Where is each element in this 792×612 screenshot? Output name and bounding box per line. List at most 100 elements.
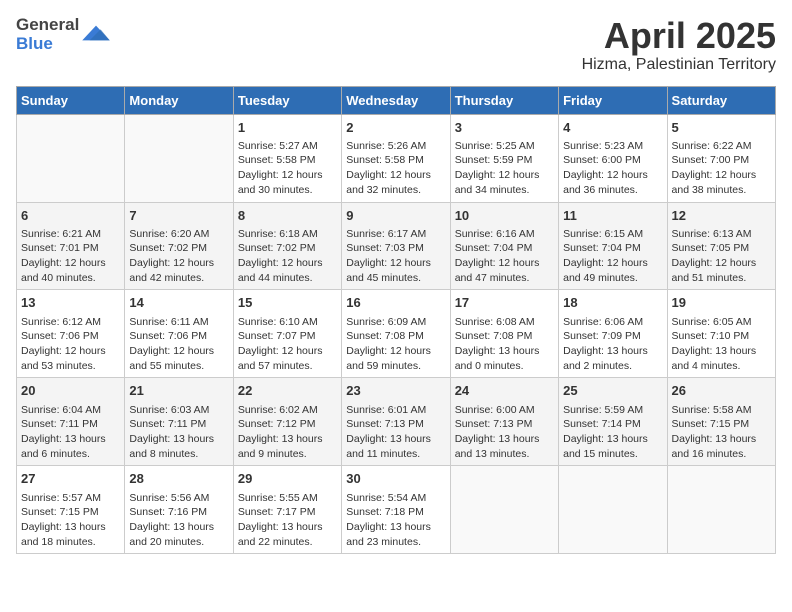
sunrise-text: Sunrise: 6:18 AM: [238, 227, 337, 242]
sunset-text: Sunset: 7:04 PM: [455, 241, 554, 256]
day-number: 13: [21, 294, 120, 312]
sunrise-text: Sunrise: 6:00 AM: [455, 403, 554, 418]
daylight-text: Daylight: 12 hours and 40 minutes.: [21, 256, 120, 285]
day-number: 18: [563, 294, 662, 312]
daylight-text: Daylight: 12 hours and 34 minutes.: [455, 168, 554, 197]
day-number: 19: [672, 294, 771, 312]
calendar-cell: 11Sunrise: 6:15 AMSunset: 7:04 PMDayligh…: [559, 202, 667, 290]
day-number: 7: [129, 207, 228, 225]
daylight-text: Daylight: 13 hours and 20 minutes.: [129, 520, 228, 549]
header: General Blue April 2025 Hizma, Palestini…: [16, 16, 776, 74]
calendar-cell: 2Sunrise: 5:26 AMSunset: 5:58 PMDaylight…: [342, 114, 450, 202]
sunset-text: Sunset: 7:12 PM: [238, 417, 337, 432]
day-number: 4: [563, 119, 662, 137]
sunset-text: Sunset: 5:58 PM: [238, 153, 337, 168]
calendar-table: SundayMondayTuesdayWednesdayThursdayFrid…: [16, 86, 776, 555]
sunset-text: Sunset: 7:07 PM: [238, 329, 337, 344]
daylight-text: Daylight: 13 hours and 4 minutes.: [672, 344, 771, 373]
day-number: 3: [455, 119, 554, 137]
calendar-cell: 3Sunrise: 5:25 AMSunset: 5:59 PMDaylight…: [450, 114, 558, 202]
calendar-cell: 14Sunrise: 6:11 AMSunset: 7:06 PMDayligh…: [125, 290, 233, 378]
sunrise-text: Sunrise: 6:15 AM: [563, 227, 662, 242]
sunrise-text: Sunrise: 5:23 AM: [563, 139, 662, 154]
calendar-header: SundayMondayTuesdayWednesdayThursdayFrid…: [17, 86, 776, 114]
day-number: 14: [129, 294, 228, 312]
sunset-text: Sunset: 7:13 PM: [455, 417, 554, 432]
sunrise-text: Sunrise: 6:16 AM: [455, 227, 554, 242]
title-area: April 2025 Hizma, Palestinian Territory: [582, 16, 776, 74]
week-row-3: 20Sunrise: 6:04 AMSunset: 7:11 PMDayligh…: [17, 378, 776, 466]
sunrise-text: Sunrise: 6:17 AM: [346, 227, 445, 242]
day-header-sunday: Sunday: [17, 86, 125, 114]
sunrise-text: Sunrise: 6:21 AM: [21, 227, 120, 242]
day-header-row: SundayMondayTuesdayWednesdayThursdayFrid…: [17, 86, 776, 114]
day-header-friday: Friday: [559, 86, 667, 114]
sunset-text: Sunset: 7:08 PM: [455, 329, 554, 344]
daylight-text: Daylight: 13 hours and 2 minutes.: [563, 344, 662, 373]
logo-icon: [82, 22, 110, 44]
daylight-text: Daylight: 12 hours and 42 minutes.: [129, 256, 228, 285]
sunrise-text: Sunrise: 6:02 AM: [238, 403, 337, 418]
week-row-1: 6Sunrise: 6:21 AMSunset: 7:01 PMDaylight…: [17, 202, 776, 290]
day-number: 5: [672, 119, 771, 137]
day-number: 6: [21, 207, 120, 225]
sunset-text: Sunset: 7:11 PM: [21, 417, 120, 432]
daylight-text: Daylight: 13 hours and 8 minutes.: [129, 432, 228, 461]
sunset-text: Sunset: 7:15 PM: [672, 417, 771, 432]
sunrise-text: Sunrise: 6:04 AM: [21, 403, 120, 418]
sunset-text: Sunset: 7:02 PM: [129, 241, 228, 256]
calendar-cell: 7 Sunrise: 6:20 AMSunset: 7:02 PMDaylight…: [125, 202, 233, 290]
sunset-text: Sunset: 7:09 PM: [563, 329, 662, 344]
sunrise-text: Sunrise: 6:03 AM: [129, 403, 228, 418]
sunset-text: Sunset: 7:04 PM: [563, 241, 662, 256]
week-row-4: 27Sunrise: 5:57 AMSunset: 7:15 PMDayligh…: [17, 466, 776, 554]
week-row-2: 13Sunrise: 6:12 AMSunset: 7:06 PMDayligh…: [17, 290, 776, 378]
sunset-text: Sunset: 7:08 PM: [346, 329, 445, 344]
calendar-subtitle: Hizma, Palestinian Territory: [582, 56, 776, 74]
calendar-cell: 12Sunrise: 6:13 AMSunset: 7:05 PMDayligh…: [667, 202, 775, 290]
sunset-text: Sunset: 7:03 PM: [346, 241, 445, 256]
calendar-cell: 16Sunrise: 6:09 AMSunset: 7:08 PMDayligh…: [342, 290, 450, 378]
sunrise-text: Sunrise: 5:27 AM: [238, 139, 337, 154]
sunset-text: Sunset: 7:06 PM: [21, 329, 120, 344]
calendar-body: 1Sunrise: 5:27 AMSunset: 5:58 PMDaylight…: [17, 114, 776, 554]
sunrise-text: Sunrise: 6:06 AM: [563, 315, 662, 330]
day-number: 1: [238, 119, 337, 137]
day-number: 10: [455, 207, 554, 225]
calendar-cell: 15Sunrise: 6:10 AMSunset: 7:07 PMDayligh…: [233, 290, 341, 378]
sunset-text: Sunset: 7:17 PM: [238, 505, 337, 520]
calendar-cell: 18 Sunrise: 6:06 AMSunset: 7:09 PMDayligh…: [559, 290, 667, 378]
daylight-text: Daylight: 12 hours and 53 minutes.: [21, 344, 120, 373]
daylight-text: Daylight: 12 hours and 44 minutes.: [238, 256, 337, 285]
daylight-text: Daylight: 12 hours and 51 minutes.: [672, 256, 771, 285]
calendar-cell: [559, 466, 667, 554]
daylight-text: Daylight: 12 hours and 38 minutes.: [672, 168, 771, 197]
sunset-text: Sunset: 7:14 PM: [563, 417, 662, 432]
day-header-wednesday: Wednesday: [342, 86, 450, 114]
daylight-text: Daylight: 13 hours and 11 minutes.: [346, 432, 445, 461]
sunset-text: Sunset: 7:18 PM: [346, 505, 445, 520]
calendar-cell: 21Sunrise: 6:03 AMSunset: 7:11 PMDayligh…: [125, 378, 233, 466]
calendar-cell: 28Sunrise: 5:56 AMSunset: 7:16 PMDayligh…: [125, 466, 233, 554]
sunset-text: Sunset: 6:00 PM: [563, 153, 662, 168]
sunrise-text: Sunrise: 6:08 AM: [455, 315, 554, 330]
calendar-cell: 30Sunrise: 5:54 AMSunset: 7:18 PMDayligh…: [342, 466, 450, 554]
sunset-text: Sunset: 7:15 PM: [21, 505, 120, 520]
sunrise-text: Sunrise: 6:20 AM: [129, 227, 228, 242]
sunset-text: Sunset: 7:05 PM: [672, 241, 771, 256]
calendar-cell: 5Sunrise: 6:22 AMSunset: 7:00 PMDaylight…: [667, 114, 775, 202]
sunrise-text: Sunrise: 6:11 AM: [129, 315, 228, 330]
calendar-cell: 17Sunrise: 6:08 AMSunset: 7:08 PMDayligh…: [450, 290, 558, 378]
sunrise-text: Sunrise: 6:13 AM: [672, 227, 771, 242]
daylight-text: Daylight: 12 hours and 30 minutes.: [238, 168, 337, 197]
calendar-cell: 8Sunrise: 6:18 AMSunset: 7:02 PMDaylight…: [233, 202, 341, 290]
day-number: 29: [238, 470, 337, 488]
daylight-text: Daylight: 12 hours and 57 minutes.: [238, 344, 337, 373]
day-number: 30: [346, 470, 445, 488]
daylight-text: Daylight: 13 hours and 15 minutes.: [563, 432, 662, 461]
day-header-monday: Monday: [125, 86, 233, 114]
calendar-cell: 9Sunrise: 6:17 AMSunset: 7:03 PMDaylight…: [342, 202, 450, 290]
day-number: 28: [129, 470, 228, 488]
calendar-cell: 6Sunrise: 6:21 AMSunset: 7:01 PMDaylight…: [17, 202, 125, 290]
daylight-text: Daylight: 12 hours and 32 minutes.: [346, 168, 445, 197]
